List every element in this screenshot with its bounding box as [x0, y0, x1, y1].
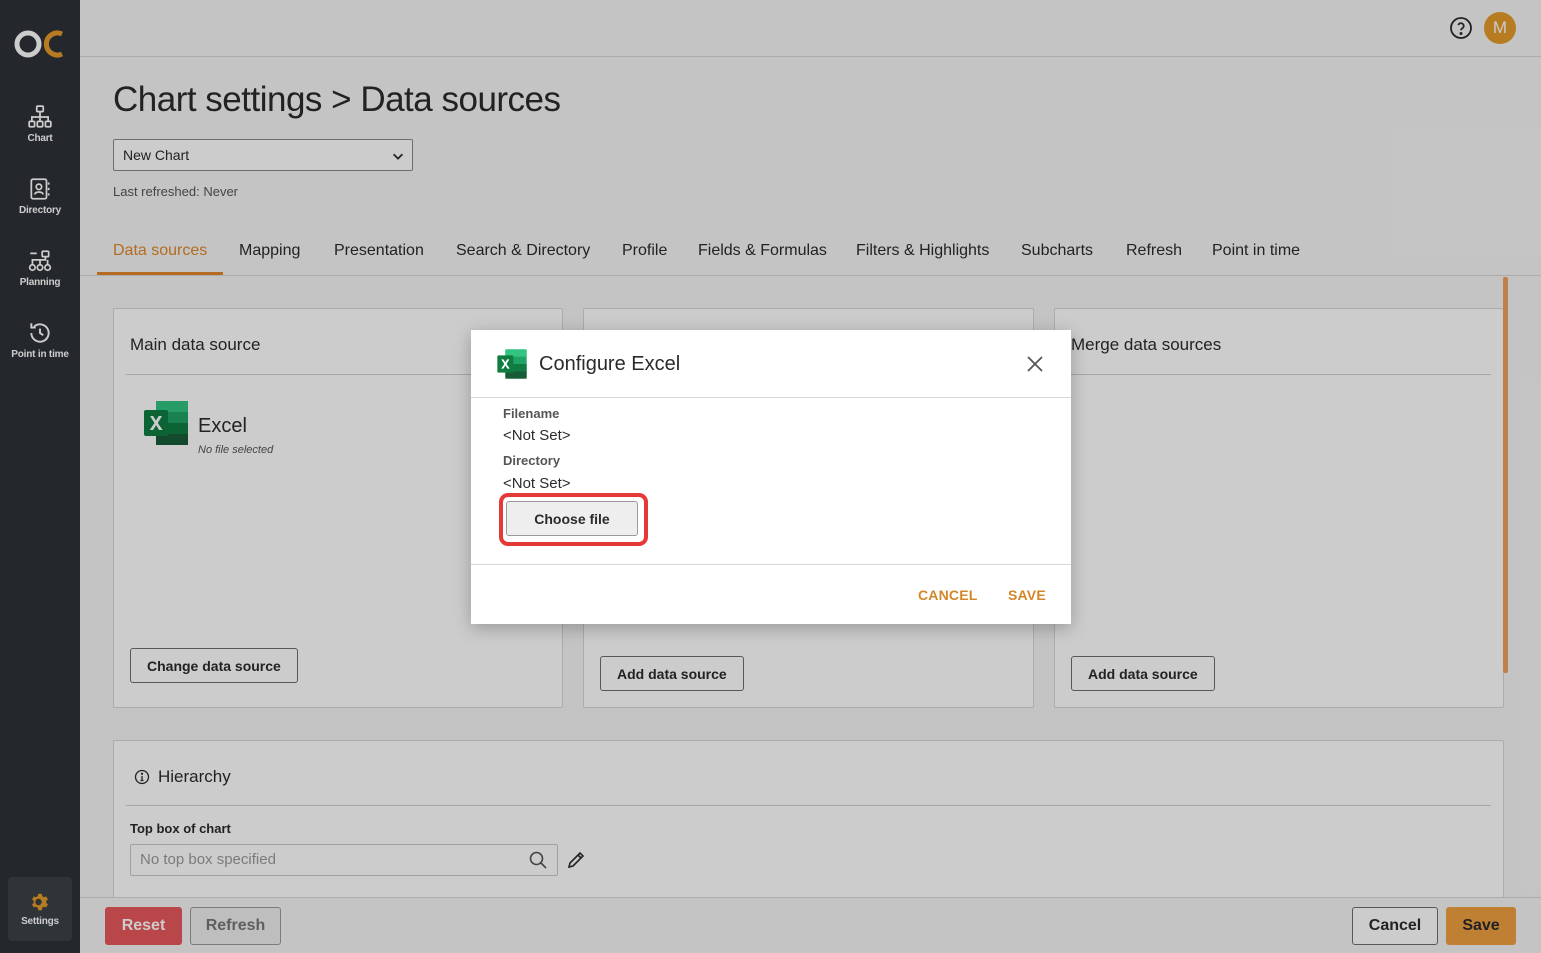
- excel-icon: [497, 349, 527, 379]
- filename-label: Filename: [503, 406, 560, 421]
- divider: [471, 564, 1071, 565]
- directory-label: Directory: [503, 453, 561, 468]
- close-icon[interactable]: [1025, 354, 1045, 374]
- dialog-save-button[interactable]: SAVE: [1008, 587, 1046, 603]
- dialog-cancel-button[interactable]: CANCEL: [918, 587, 978, 603]
- dialog-title: Configure Excel: [539, 353, 681, 375]
- choose-file-button[interactable]: Choose file: [506, 501, 638, 536]
- configure-excel-dialog: Configure Excel Filename <Not Set> Direc…: [471, 330, 1071, 624]
- dialog-header: Configure Excel: [471, 330, 1071, 398]
- filename-value: <Not Set>: [503, 427, 571, 444]
- directory-value: <Not Set>: [503, 475, 571, 492]
